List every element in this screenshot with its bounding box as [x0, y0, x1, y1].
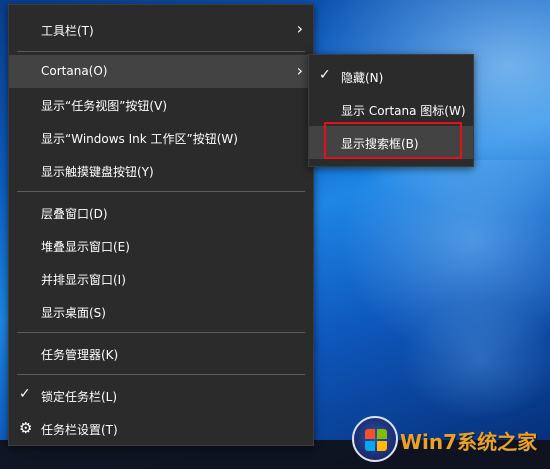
submenu-item-label: 隐藏(N): [341, 71, 384, 85]
menu-item-label: Cortana(O): [41, 64, 108, 78]
submenu-item-label: 显示 Cortana 图标(W): [341, 104, 466, 118]
menu-item-label: 显示桌面(S): [41, 306, 106, 320]
menu-item-cascade-windows[interactable]: 层叠窗口(D): [9, 196, 313, 229]
menu-item-show-windows-ink-button[interactable]: 显示“Windows Ink 工作区”按钮(W): [9, 121, 313, 154]
menu-item-stack-windows[interactable]: 堆叠显示窗口(E): [9, 229, 313, 262]
menu-item-taskbar-settings[interactable]: ⚙ 任务栏设置(T): [9, 412, 313, 445]
menu-item-show-touch-keyboard-button[interactable]: 显示触摸键盘按钮(Y): [9, 154, 313, 187]
red-highlight-annotation: [324, 122, 462, 159]
menu-item-lock-taskbar[interactable]: ✓ 锁定任务栏(L): [9, 379, 313, 412]
menu-item-label: 层叠窗口(D): [41, 207, 108, 221]
chevron-right-icon: ›: [296, 61, 303, 80]
chevron-right-icon: ›: [296, 19, 303, 38]
watermark-text-brand: 系统之家: [457, 430, 538, 454]
wallpaper-light-beam: [400, 300, 550, 420]
submenu-item-hidden[interactable]: ✓ 隐藏(N): [309, 60, 473, 93]
wallpaper-light-beam: [340, 160, 550, 360]
menu-separator: [17, 374, 305, 375]
menu-item-cortana[interactable]: Cortana(O) ›: [9, 55, 313, 88]
menu-item-label: 显示“Windows Ink 工作区”按钮(W): [41, 132, 238, 146]
menu-item-label: 并排显示窗口(I): [41, 273, 126, 287]
watermark-text-win7: Win7: [400, 430, 458, 454]
menu-item-task-manager[interactable]: 任务管理器(K): [9, 337, 313, 370]
menu-item-label: 任务栏设置(T): [41, 423, 118, 437]
menu-separator: [17, 191, 305, 192]
menu-item-show-desktop[interactable]: 显示桌面(S): [9, 295, 313, 328]
menu-separator: [17, 332, 305, 333]
gear-icon: ⚙: [19, 419, 33, 437]
checkmark-icon: ✓: [319, 67, 331, 83]
menu-item-label: 锁定任务栏(L): [41, 390, 118, 404]
menu-item-label: 显示触摸键盘按钮(Y): [41, 165, 154, 179]
menu-item-toolbars[interactable]: 工具栏(T) ›: [9, 13, 313, 46]
taskbar-context-menu: 工具栏(T) › Cortana(O) › 显示“任务视图”按钮(V) 显示“W…: [8, 4, 314, 446]
menu-item-label: 显示“任务视图”按钮(V): [41, 99, 168, 113]
menu-item-label: 任务管理器(K): [41, 348, 119, 362]
checkmark-icon: ✓: [19, 386, 31, 402]
watermark-text: Win7系统之家: [400, 426, 537, 455]
menu-item-label: 堆叠显示窗口(E): [41, 240, 130, 254]
menu-item-show-task-view-button[interactable]: 显示“任务视图”按钮(V): [9, 88, 313, 121]
windows-logo-icon: [352, 416, 398, 462]
menu-item-side-by-side-windows[interactable]: 并排显示窗口(I): [9, 262, 313, 295]
watermark: Win7系统之家: [352, 414, 548, 466]
menu-separator: [17, 51, 305, 52]
menu-item-label: 工具栏(T): [41, 24, 94, 38]
